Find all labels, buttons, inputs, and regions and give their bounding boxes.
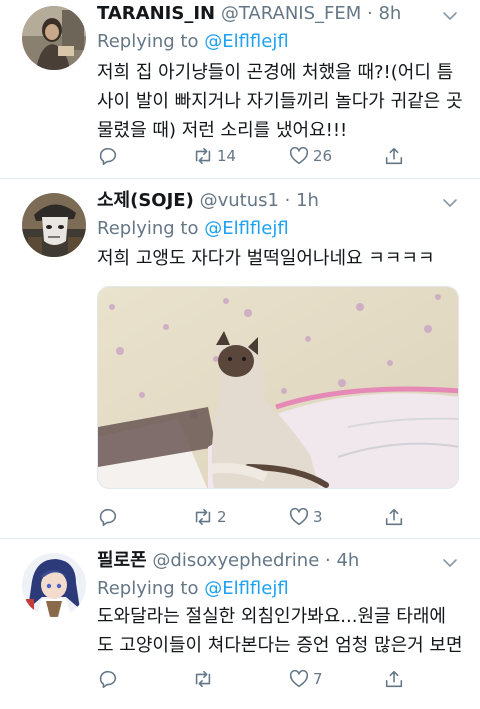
retweet-button[interactable]: 2 [192,505,227,529]
like-button[interactable]: 26 [288,144,332,168]
chevron-down-icon[interactable] [442,195,458,211]
reply-handle-link[interactable]: @Elflflejfl [204,218,288,239]
tweet[interactable]: 필로폰 @disoxyephedrine · 4h Replying to @E… [0,539,480,709]
share-button[interactable] [383,667,405,691]
photo-siamese-cat [98,287,458,488]
chevron-down-icon[interactable] [442,555,458,571]
retweet-icon [195,147,211,165]
reply-button[interactable] [97,667,122,691]
heart-icon [289,146,309,165]
share-button[interactable] [383,505,405,529]
share-icon [385,670,403,688]
text-line: 저희 집 아기냥들이 곤경에 처했을 때?!(어디 틈 [97,62,454,83]
tweet-actions: 14 26 [97,144,427,168]
dot-separator: · [319,550,337,571]
tweet-actions: 7 [97,667,427,691]
replying-to-label: Replying to [97,31,199,52]
like-count: 7 [313,670,323,688]
display-name[interactable]: 소제(SOJE) [97,190,194,211]
tweet-text: 저희 고앵도 자다가 벌떡일어나네요 ㅋㅋㅋㅋ [97,244,465,273]
chevron-down-icon[interactable] [442,8,458,24]
tweet-header: TARANIS_IN @TARANIS_FEM · 8h [97,3,401,25]
text-line: 도와달라는 절실한 외침인가봐요...원글 타래에 [97,606,446,627]
replying-to: Replying to @Elflflejfl [97,31,289,53]
user-handle[interactable]: @TARANIS_FEM [221,3,361,24]
tweet-text: 저희 집 아기냥들이 곤경에 처했을 때?!(어디 틈 사이 발이 빠지거나 자… [97,58,465,145]
tweet-header: 필로폰 @disoxyephedrine · 4h [97,550,359,572]
text-line: 물렸을 때) 저런 소리를 냈어요!!! [97,120,348,141]
replying-to-label: Replying to [97,218,199,239]
reply-icon [99,670,117,689]
heart-icon [289,669,309,688]
reply-handle-link[interactable]: @Elflflejfl [204,578,288,599]
retweet-icon [195,508,211,526]
reply-button[interactable] [97,144,122,168]
share-button[interactable] [383,144,405,168]
tweet[interactable]: TARANIS_IN @TARANIS_FEM · 8h Replying to… [0,0,480,178]
retweet-count: 2 [217,508,227,526]
timestamp[interactable]: 8h [378,3,401,24]
tweet[interactable]: 소제(SOJE) @vutus1 · 1h Replying to @Elflf… [0,179,480,537]
display-name[interactable]: 필로폰 [97,550,147,571]
avatar[interactable] [22,6,86,70]
tweet-header: 소제(SOJE) @vutus1 · 1h [97,190,319,212]
tweet-actions: 2 3 [97,505,427,529]
heart-icon [289,507,309,526]
text-line: 사이 발이 빠지거나 자기들끼리 놀다가 귀같은 곳 [97,91,463,112]
avatar[interactable] [22,553,86,617]
reply-icon [99,147,117,166]
reply-button[interactable] [97,505,122,529]
timestamp[interactable]: 1h [296,190,319,211]
reply-icon [99,508,117,527]
like-button[interactable]: 7 [288,667,323,691]
like-count: 26 [313,147,333,165]
display-name[interactable]: TARANIS_IN [97,3,215,24]
user-handle[interactable]: @disoxyephedrine [152,550,319,571]
tweet-text: 도와달라는 절실한 외침인가봐요...원글 타래에 도 고양이들이 쳐다본다는 … [97,602,465,660]
tweet-photo[interactable] [97,286,459,489]
replying-to: Replying to @Elflflejfl [97,218,289,240]
timestamp[interactable]: 4h [336,550,359,571]
share-icon [385,147,403,165]
avatar[interactable] [22,193,86,257]
dot-separator: · [361,3,379,24]
retweet-button[interactable]: 14 [192,144,236,168]
user-handle[interactable]: @vutus1 [200,190,279,211]
share-icon [385,508,403,526]
like-count: 3 [313,508,323,526]
retweet-button[interactable] [192,667,217,691]
retweet-icon [195,670,211,688]
dot-separator: · [278,190,297,211]
text-line: 저희 고앵도 자다가 벌떡일어나네요 ㅋㅋㅋㅋ [97,248,435,269]
retweet-count: 14 [217,147,237,165]
text-line: 도 고양이들이 쳐다본다는 증언 엄청 많은거 보면 [97,635,463,656]
like-button[interactable]: 3 [288,505,323,529]
replying-to-label: Replying to [97,578,199,599]
reply-handle-link[interactable]: @Elflflejfl [204,31,288,52]
replying-to: Replying to @Elflflejfl [97,578,289,600]
